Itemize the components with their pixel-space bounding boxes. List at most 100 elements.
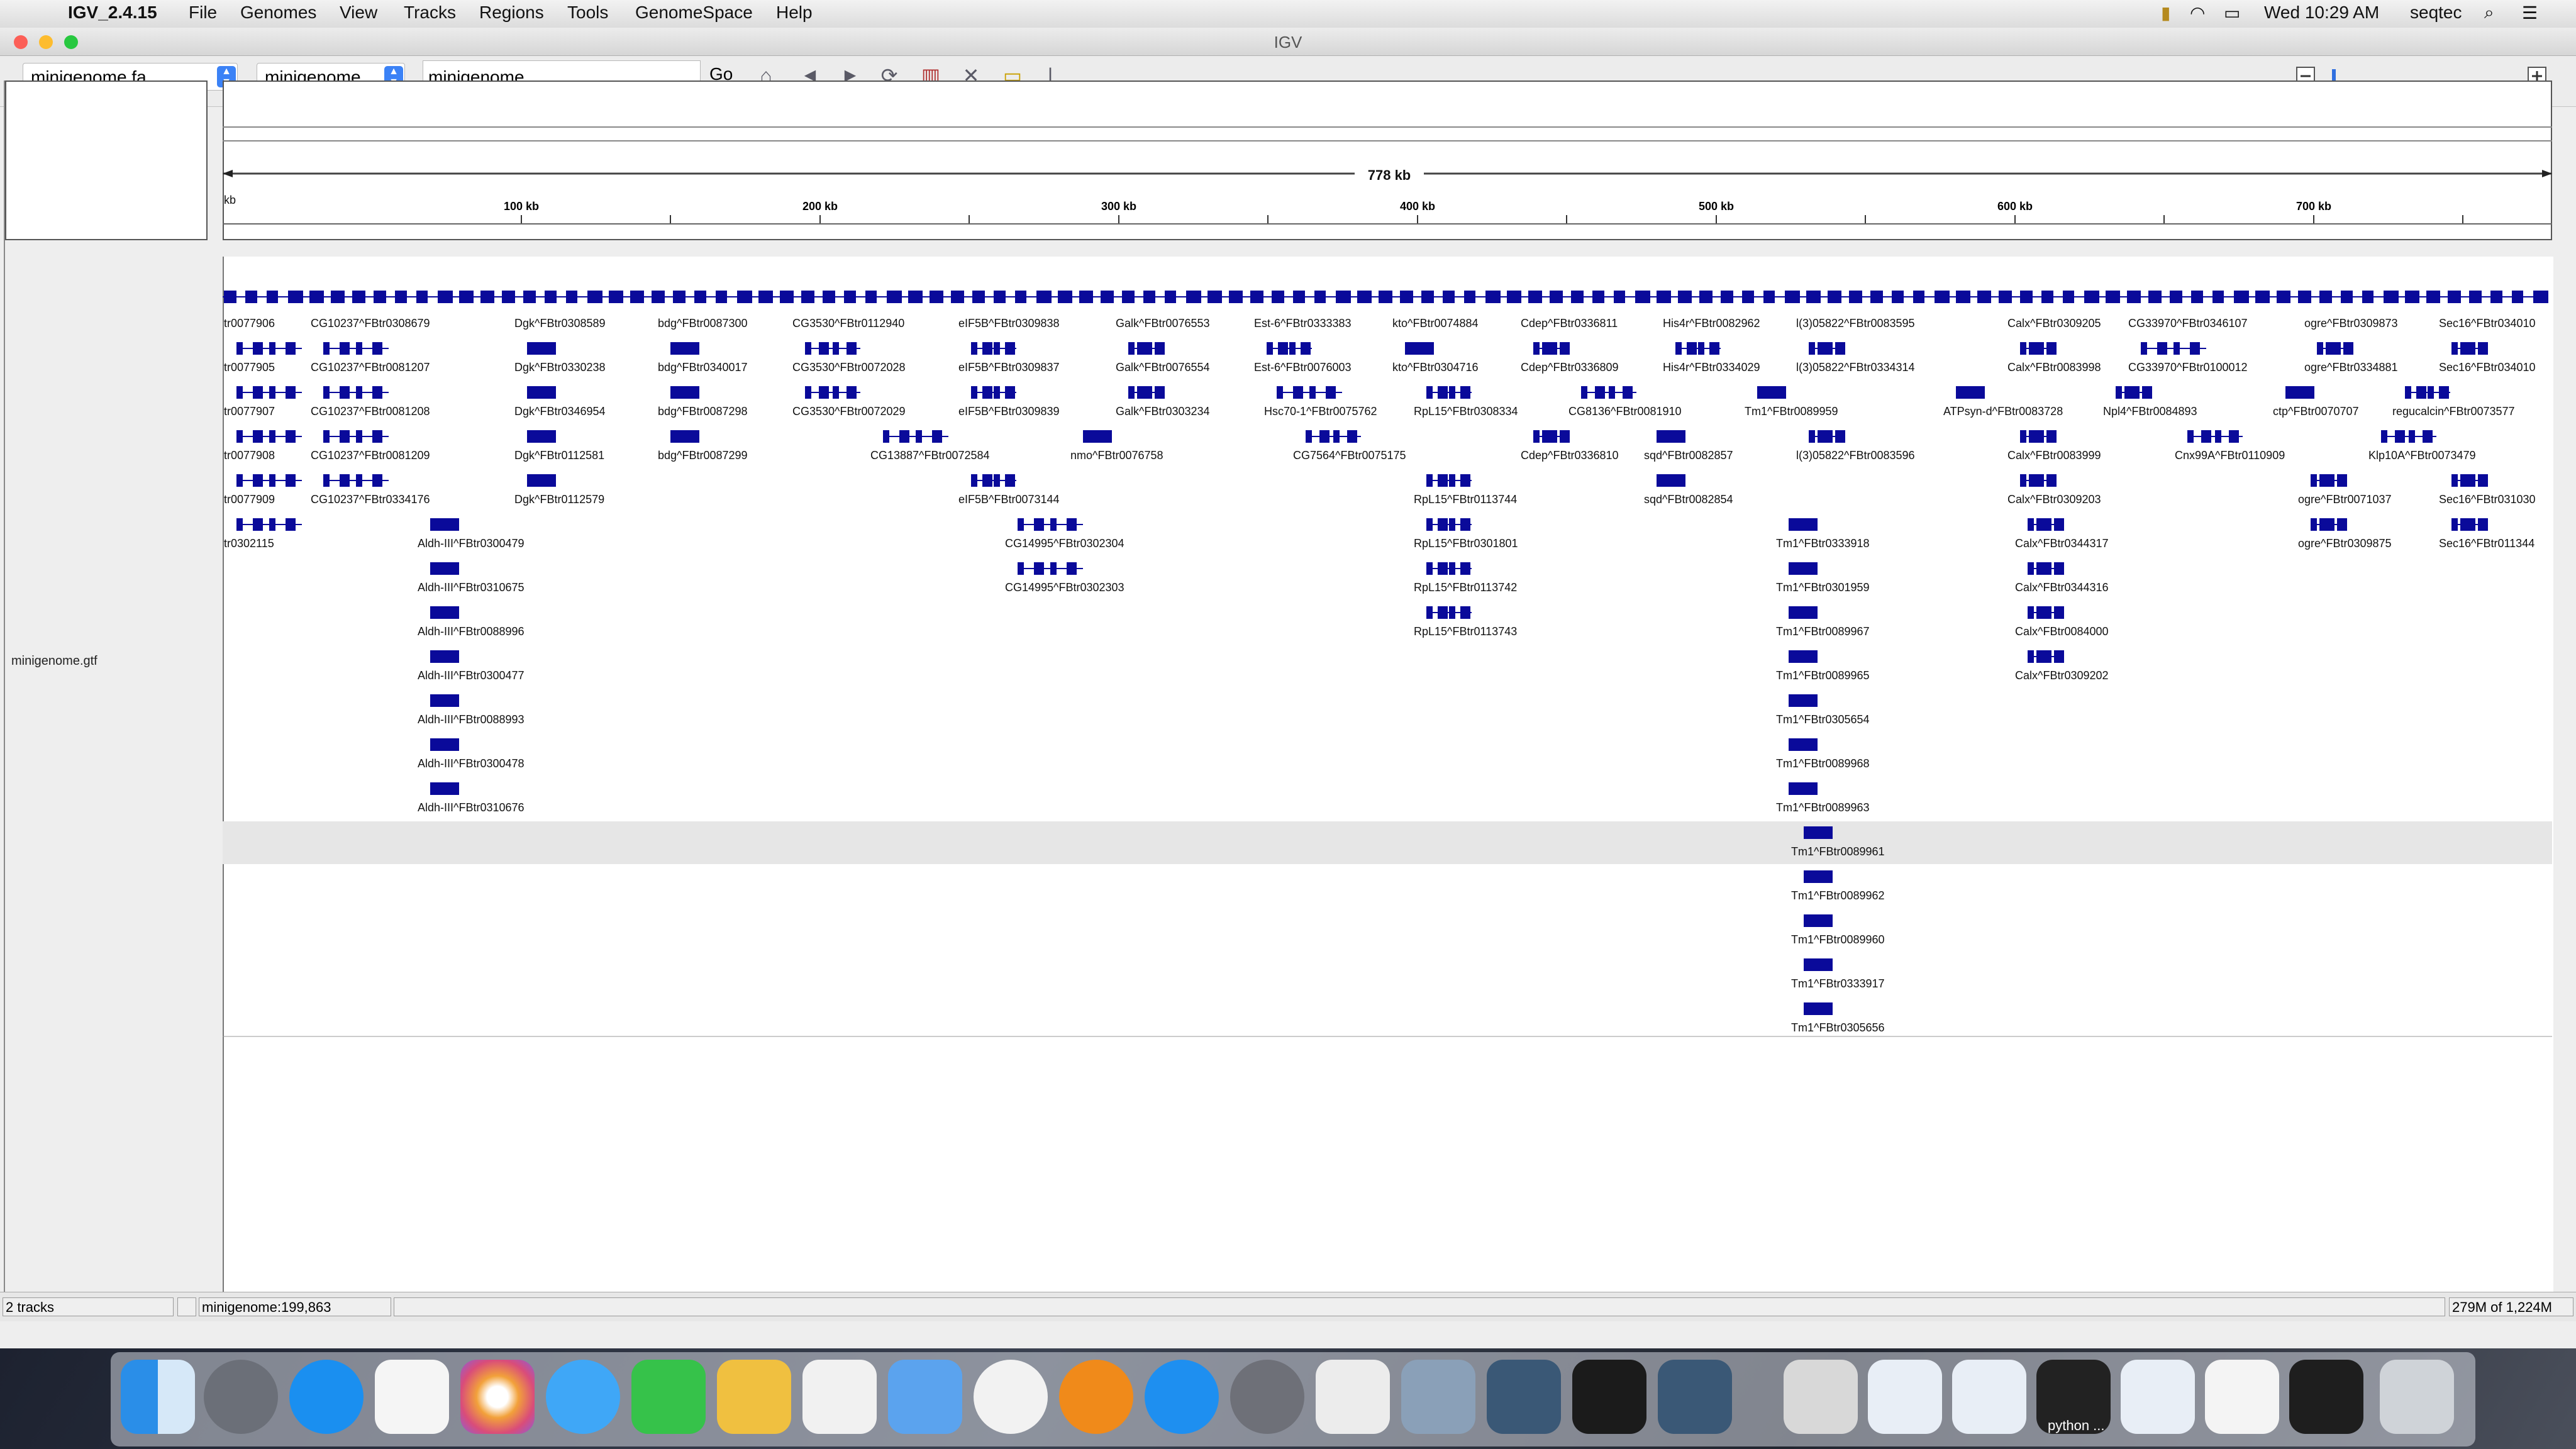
transcript-exon[interactable] <box>1807 694 1818 707</box>
transcript-label[interactable]: Tm1^FBtr0089961 <box>1791 845 1885 858</box>
transcript-label[interactable]: eIF5B^FBtr0309838 <box>958 317 1060 330</box>
launchpad-icon[interactable] <box>204 1360 278 1434</box>
transcript-exon[interactable] <box>1789 518 1795 531</box>
transcript-exon[interactable] <box>1801 738 1807 751</box>
transcript-exon[interactable] <box>430 650 436 663</box>
transcript-exon[interactable] <box>1418 342 1424 355</box>
transcript-label[interactable]: tr0077906 <box>224 317 275 330</box>
transcript-exon[interactable] <box>1449 386 1455 399</box>
transcript-label[interactable]: tr0077908 <box>224 449 275 462</box>
transcript-label[interactable]: CG33970^FBtr0346107 <box>2128 317 2248 330</box>
menu-genomespace[interactable]: GenomeSpace <box>635 3 753 23</box>
transcript-label[interactable]: Tm1^FBtr0333917 <box>1791 977 1885 990</box>
transcript-exon[interactable] <box>1289 342 1296 355</box>
transcript-exon[interactable] <box>286 386 296 399</box>
transcript-label[interactable]: CG7564^FBtr0075175 <box>1293 449 1406 462</box>
transcript-exon[interactable] <box>1804 914 1810 927</box>
transcript-exon[interactable] <box>1426 386 1433 399</box>
transcript-label[interactable]: l(3)05822^FBtr0083595 <box>1796 317 1915 330</box>
transcript-label[interactable]: Sec16^FBtr031030 <box>2439 493 2536 506</box>
transcript-label[interactable]: sqd^FBtr0082857 <box>1644 449 1733 462</box>
transcript-label[interactable]: RpL15^FBtr0308334 <box>1414 405 1518 418</box>
transcript-exon[interactable] <box>546 474 556 487</box>
transcript-label[interactable]: ogre^FBtr0309873 <box>2304 317 2398 330</box>
transcript-exon[interactable] <box>1034 562 1044 575</box>
transcript-exon[interactable] <box>2405 386 2411 399</box>
transcript-label[interactable]: His4r^FBtr0082962 <box>1663 317 1760 330</box>
transcript-exon[interactable] <box>1823 826 1833 839</box>
transcript-label[interactable]: RpL15^FBtr0113744 <box>1414 493 1517 506</box>
transcript-exon[interactable] <box>1789 694 1795 707</box>
transcript-exon[interactable] <box>1657 430 1663 443</box>
igv-icon[interactable] <box>1487 1360 1561 1434</box>
transcript-exon[interactable] <box>1968 386 1975 399</box>
transcript-label[interactable]: l(3)05822^FBtr0334314 <box>1796 361 1915 374</box>
transcript-label[interactable]: Tm1^FBtr0333918 <box>1776 537 1870 550</box>
transcript-exon[interactable] <box>2337 518 2347 531</box>
transcript-label[interactable]: Calx^FBtr0309203 <box>2007 493 2101 506</box>
track-name-label[interactable]: minigenome.gtf <box>11 654 97 669</box>
transcript-exon[interactable] <box>1595 386 1605 399</box>
transcript-label[interactable]: l(3)05822^FBtr0083596 <box>1796 449 1915 462</box>
transcript-label[interactable]: Tm1^FBtr0305656 <box>1791 1021 1885 1034</box>
transcript-exon[interactable] <box>1278 342 1288 355</box>
transcript-label[interactable]: bdg^FBtr0340017 <box>658 361 748 374</box>
transcript-exon[interactable] <box>2036 562 2046 575</box>
transcript-exon[interactable] <box>527 386 533 399</box>
airplay-icon[interactable]: ▭ <box>2224 3 2240 23</box>
transcript-exon[interactable] <box>356 474 362 487</box>
transcript-exon[interactable] <box>1789 606 1795 619</box>
transcript-exon[interactable] <box>269 474 275 487</box>
transcript-exon[interactable] <box>833 342 839 355</box>
transcript-exon[interactable] <box>971 386 977 399</box>
transcript-exon[interactable] <box>2038 430 2044 443</box>
transcript-exon[interactable] <box>1542 430 1552 443</box>
transcript-exon[interactable] <box>1609 386 1615 399</box>
transcript-exon[interactable] <box>2478 342 2488 355</box>
transcript-exon[interactable] <box>1581 386 1587 399</box>
transcript-exon[interactable] <box>443 782 449 795</box>
transcript-exon[interactable] <box>2451 518 2458 531</box>
transcript-exon[interactable] <box>689 430 699 443</box>
transcript-exon[interactable] <box>1542 342 1552 355</box>
transcript-exon[interactable] <box>2036 518 2046 531</box>
transcript-exon[interactable] <box>1449 562 1455 575</box>
transcript-exon[interactable] <box>1804 870 1810 883</box>
spotlight-icon[interactable]: ⌕ <box>2484 3 2494 23</box>
menu-regions[interactable]: Regions <box>479 3 544 23</box>
transcript-label[interactable]: Aldh-III^FBtr0310676 <box>418 801 525 814</box>
transcript-label[interactable]: CG14995^FBtr0302303 <box>1005 581 1124 594</box>
transcript-exon[interactable] <box>1818 342 1828 355</box>
transcript-exon[interactable] <box>236 518 243 531</box>
transcript-exon[interactable] <box>2046 342 2057 355</box>
transcript-exon[interactable] <box>236 386 243 399</box>
transcript-exon[interactable] <box>236 474 243 487</box>
transcript-exon[interactable] <box>1809 430 1815 443</box>
transcript-exon[interactable] <box>253 518 263 531</box>
transcript-exon[interactable] <box>443 738 449 751</box>
transcript-exon[interactable] <box>430 518 436 531</box>
transcript-exon[interactable] <box>1551 430 1557 443</box>
transcript-exon[interactable] <box>1005 474 1015 487</box>
transcript-exon[interactable] <box>2054 518 2064 531</box>
transcript-exon[interactable] <box>2326 342 2336 355</box>
transcript-exon[interactable] <box>2451 474 2458 487</box>
transcript-label[interactable]: Aldh-III^FBtr0310675 <box>418 581 525 594</box>
transcript-exon[interactable] <box>2045 518 2051 531</box>
transcript-label[interactable]: regucalcin^FBtr0073577 <box>2392 405 2515 418</box>
transcript-exon[interactable] <box>1956 386 1962 399</box>
transcript-exon[interactable] <box>1757 386 1763 399</box>
transcript-exon[interactable] <box>430 606 436 619</box>
clock[interactable]: Wed 10:29 AM <box>2264 3 2379 23</box>
transcript-exon[interactable] <box>2381 430 2387 443</box>
transcript-exon[interactable] <box>2028 606 2034 619</box>
transcript-label[interactable]: CG8136^FBtr0081910 <box>1568 405 1682 418</box>
transcript-exon[interactable] <box>1669 474 1675 487</box>
transcript-exon[interactable] <box>1005 342 1015 355</box>
transcript-exon[interactable] <box>2174 342 2180 355</box>
transcript-exon[interactable] <box>2395 430 2405 443</box>
transcript-exon[interactable] <box>1426 562 1433 575</box>
transcript-label[interactable]: ogre^FBtr0071037 <box>2298 493 2392 506</box>
transcript-exon[interactable] <box>1816 826 1823 839</box>
transcript-exon[interactable] <box>236 430 243 443</box>
